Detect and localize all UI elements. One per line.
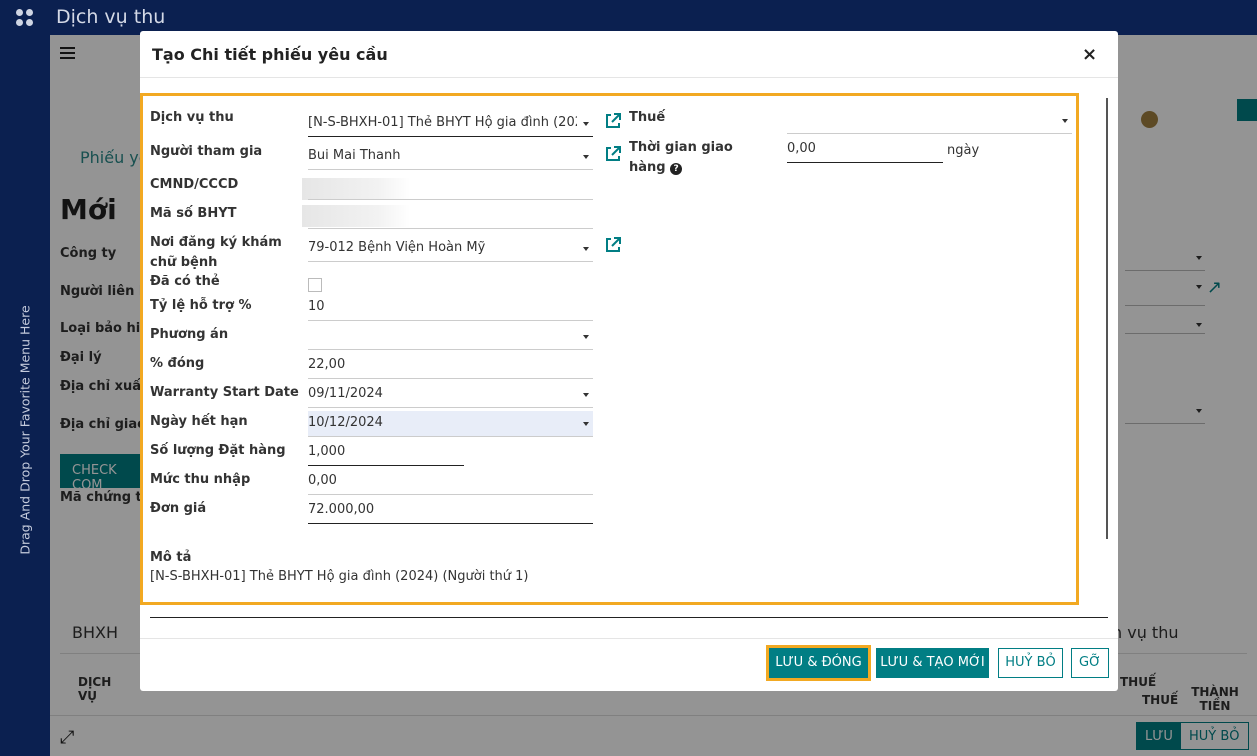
- label-description: Mô tả: [150, 550, 192, 565]
- hospital-select[interactable]: 79-012 Bệnh Viện Hoàn Mỹ: [308, 236, 593, 262]
- external-link-icon[interactable]: [604, 236, 622, 254]
- app-title: Dịch vụ thu: [56, 6, 166, 28]
- dialog-footer-divider: [140, 638, 1118, 639]
- label-has-card: Đã có thẻ: [150, 274, 220, 289]
- close-icon[interactable]: ×: [1082, 44, 1097, 65]
- income-value: 0,00: [308, 473, 337, 488]
- warranty-start-value: 09/11/2024: [308, 386, 383, 401]
- has-card-checkbox[interactable]: [308, 278, 322, 292]
- label-id-card: CMND/CCCD: [150, 177, 239, 192]
- create-request-detail-dialog: Tạo Chi tiết phiếu yêu cầu × Dịch vụ thu…: [140, 31, 1118, 691]
- remove-button[interactable]: GỠ: [1071, 648, 1109, 678]
- label-insurance-code: Mã số BHYT: [150, 206, 237, 221]
- pay-percent-value: 22,00: [308, 357, 346, 372]
- discard-button[interactable]: HUỶ BỎ: [998, 648, 1063, 678]
- unit-price-field[interactable]: 72.000,00: [308, 498, 593, 524]
- label-order-qty: Số lượng Đặt hàng: [150, 443, 286, 458]
- description-value[interactable]: [N-S-BHXH-01] Thẻ BHYT Hộ gia đình (2024…: [150, 567, 529, 587]
- label-service: Dịch vụ thu: [150, 110, 234, 125]
- income-field[interactable]: 0,00: [308, 469, 593, 495]
- favorites-rail: Drag And Drop Your Favorite Menu Here: [0, 35, 50, 756]
- dialog-header-divider: [140, 77, 1118, 78]
- chevron-down-icon: [583, 155, 589, 159]
- label-participant: Người tham gia: [150, 144, 263, 159]
- pay-percent-field[interactable]: 22,00: [308, 353, 593, 379]
- service-select[interactable]: [N-S-BHXH-01] Thẻ BHYT Hộ gia đình (2024…: [308, 111, 593, 137]
- scrollbar[interactable]: [1106, 98, 1108, 539]
- insurance-code-field[interactable]: [308, 203, 593, 229]
- chevron-down-icon: [583, 335, 589, 339]
- chevron-down-icon: [583, 393, 589, 397]
- label-unit-price: Đơn giá: [150, 501, 207, 516]
- tax-select[interactable]: [787, 108, 1072, 134]
- participant-value: Bui Mai Thanh: [308, 148, 401, 163]
- support-rate-value: 10: [308, 299, 325, 314]
- order-qty-value: 1,000: [308, 444, 346, 459]
- expiry-value: 10/12/2024: [308, 415, 383, 430]
- label-plan: Phương án: [150, 327, 229, 342]
- label-delivery-time-line2: hàng: [629, 160, 666, 175]
- external-link-icon[interactable]: [604, 112, 622, 130]
- chevron-down-icon: [583, 422, 589, 426]
- label-income: Mức thu nhập: [150, 472, 251, 487]
- unit-price-value: 72.000,00: [308, 502, 375, 517]
- participant-select[interactable]: Bui Mai Thanh: [308, 144, 593, 170]
- label-delivery-time-line1: Thời gian giao: [629, 140, 733, 155]
- favorites-rail-text: Drag And Drop Your Favorite Menu Here: [17, 305, 33, 555]
- delivery-time-value: 0,00: [787, 141, 816, 156]
- label-tax: Thuế: [629, 110, 666, 125]
- chevron-down-icon: [583, 122, 589, 126]
- label-support-rate: Tỷ lệ hỗ trợ %: [150, 298, 252, 313]
- top-navbar: Dịch vụ thu: [0, 0, 1257, 35]
- help-icon[interactable]: ?: [670, 163, 683, 175]
- id-card-field[interactable]: [308, 174, 593, 200]
- label-expiry: Ngày hết hạn: [150, 414, 248, 429]
- delivery-time-field[interactable]: 0,00: [787, 137, 943, 163]
- label-hospital: Nơi đăng ký khám chữ bệnh: [150, 235, 282, 270]
- dialog-body-divider: [150, 617, 1108, 618]
- support-rate-field[interactable]: 10: [308, 295, 593, 321]
- form-highlight-box: [140, 93, 1079, 605]
- plan-select[interactable]: [308, 324, 593, 350]
- apps-menu-icon[interactable]: [16, 9, 34, 27]
- order-qty-field[interactable]: 1,000: [308, 440, 464, 466]
- label-delivery-time: Thời gian giao hàng ?: [629, 138, 733, 178]
- delivery-time-unit: ngày: [947, 143, 980, 158]
- label-pay-percent: % đóng: [150, 356, 205, 371]
- expiry-datepicker[interactable]: 10/12/2024: [308, 411, 593, 437]
- dialog-title: Tạo Chi tiết phiếu yêu cầu: [152, 45, 388, 64]
- chevron-down-icon: [1062, 119, 1068, 123]
- save-close-button[interactable]: LƯU & ĐÓNG: [766, 645, 871, 681]
- service-value: [N-S-BHXH-01] Thẻ BHYT Hộ gia đình (2024…: [308, 115, 577, 130]
- save-new-button[interactable]: LƯU & TẠO MỚI: [876, 648, 989, 678]
- external-link-icon[interactable]: [604, 145, 622, 163]
- hospital-value: 79-012 Bệnh Viện Hoàn Mỹ: [308, 240, 486, 255]
- label-warranty-start: Warranty Start Date: [150, 385, 299, 400]
- warranty-start-datepicker[interactable]: 09/11/2024: [308, 382, 593, 408]
- chevron-down-icon: [583, 247, 589, 251]
